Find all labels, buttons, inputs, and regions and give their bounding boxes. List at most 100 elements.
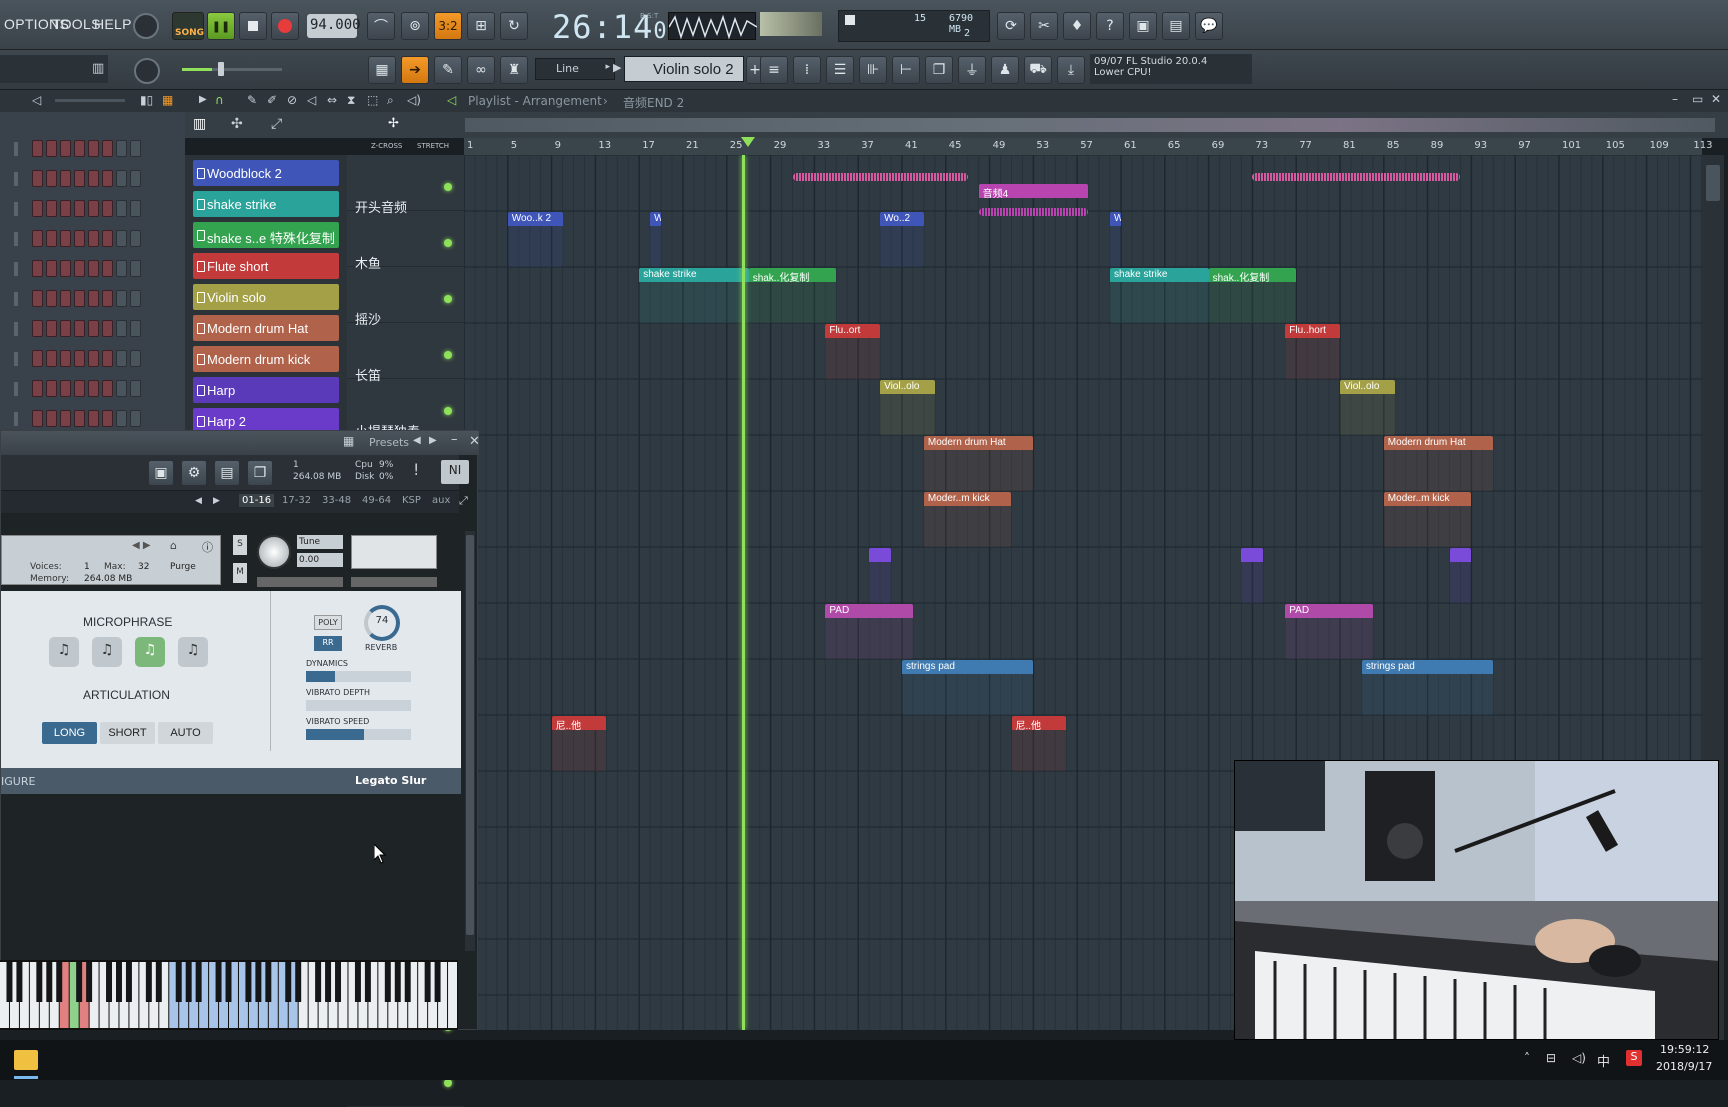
grid-icon[interactable]: ▦	[162, 93, 173, 107]
harp-clip[interactable]	[869, 548, 892, 603]
rr-button[interactable]: RR	[314, 636, 342, 651]
black-key[interactable]	[265, 962, 272, 1002]
tray-chevron-icon[interactable]: ˄	[1524, 1051, 1530, 1065]
instrument-nav-icon[interactable]: ◀ ▶	[132, 540, 151, 551]
clock-time[interactable]: 19:59:12	[1660, 1043, 1709, 1056]
menu-help[interactable]: HELP	[94, 16, 132, 32]
step-button[interactable]	[88, 200, 99, 217]
preset-prev-icon[interactable]: ◀	[413, 435, 421, 446]
channel-mute-led[interactable]	[14, 262, 18, 276]
step-button[interactable]	[116, 140, 127, 157]
resize-arrows-icon[interactable]: ✢	[388, 116, 399, 131]
black-key[interactable]	[115, 962, 122, 1002]
ime-indicator[interactable]: 中	[1597, 1051, 1610, 1070]
step-button[interactable]	[46, 170, 57, 187]
picker-item[interactable]: Modern drum Hat	[193, 315, 339, 341]
playlist-view-button[interactable]: ▦	[368, 56, 396, 84]
black-key[interactable]	[175, 962, 182, 1002]
step-button[interactable]	[46, 230, 57, 247]
kontakt-rack-button[interactable]: ▤	[214, 460, 240, 486]
playlist-clip[interactable]: shak..化复制	[1208, 268, 1297, 323]
harp-clip[interactable]	[1241, 548, 1264, 603]
master-pitch-knob[interactable]	[134, 58, 160, 84]
step-button[interactable]	[88, 140, 99, 157]
magnet-icon[interactable]: ∩	[215, 93, 224, 107]
step-button[interactable]	[46, 380, 57, 397]
piano-icon-small[interactable]: ▥	[193, 116, 206, 132]
black-key[interactable]	[295, 962, 302, 1002]
overview-strip[interactable]	[465, 118, 1715, 132]
playlist-clip[interactable]: Viol..olo	[880, 380, 935, 435]
camera-icon[interactable]: ⌂	[170, 539, 177, 552]
step-button[interactable]	[130, 350, 141, 367]
step-button[interactable]	[116, 200, 127, 217]
step-button[interactable]	[74, 260, 85, 277]
tools-button[interactable]: ✂	[1030, 12, 1058, 40]
tool-slice-icon[interactable]: ⧗	[347, 93, 355, 108]
track-name[interactable]: 木鱼	[355, 253, 381, 272]
playlist-clip[interactable]: Flu..hort	[1285, 324, 1340, 379]
help-button[interactable]: ?	[1096, 12, 1124, 40]
plugin-scrollbar[interactable]	[465, 531, 475, 951]
track-enable-led[interactable]	[444, 351, 452, 359]
tune-knob[interactable]	[257, 535, 291, 569]
presets-label[interactable]: Presets	[369, 436, 409, 449]
playlist-clip[interactable]: Moder..m kick	[1383, 492, 1472, 547]
step-button[interactable]	[116, 350, 127, 367]
step-button[interactable]	[32, 200, 43, 217]
vibrato-depth-slider[interactable]	[306, 700, 411, 711]
black-key[interactable]	[195, 962, 202, 1002]
performance-button[interactable]: ♟	[991, 56, 1019, 84]
step-button[interactable]	[88, 290, 99, 307]
wait-record-button[interactable]: ⊚	[401, 12, 429, 40]
playlist-clip[interactable]: 尼..他	[1011, 716, 1067, 771]
white-key[interactable]	[448, 962, 457, 1028]
tempo-display[interactable]: 94.000	[307, 14, 361, 38]
step-button[interactable]	[60, 140, 71, 157]
view-files-button[interactable]: ❐	[925, 56, 953, 84]
picker-item[interactable]: Harp	[193, 377, 339, 403]
step-button[interactable]	[60, 410, 71, 427]
zcross-label[interactable]: Z-CROSS	[371, 142, 402, 150]
step-button[interactable]	[32, 350, 43, 367]
tool-select-icon[interactable]: ⬚	[367, 93, 378, 107]
solo-button[interactable]: S	[233, 535, 247, 555]
step-button[interactable]	[116, 260, 127, 277]
step-button[interactable]	[46, 350, 57, 367]
step-button[interactable]	[60, 290, 71, 307]
step-button[interactable]	[60, 170, 71, 187]
art-auto-button[interactable]: AUTO	[158, 722, 213, 744]
black-key[interactable]	[434, 962, 441, 1002]
purge-dropdown[interactable]: Purge	[170, 562, 196, 572]
clock-date[interactable]: 2018/9/17	[1656, 1060, 1712, 1073]
track-name[interactable]: 摇沙	[355, 309, 381, 328]
network-icon[interactable]: ⊟	[1546, 1051, 1556, 1065]
plugin-titlebar[interactable]: ▦ Presets ◀ ▶ – ✕	[1, 431, 480, 455]
close-icon[interactable]: ✕	[1711, 92, 1721, 106]
step-button[interactable]	[102, 140, 113, 157]
channel-mute-led[interactable]	[14, 412, 18, 426]
step-button[interactable]	[130, 320, 141, 337]
step-button[interactable]	[46, 200, 57, 217]
view-piano-roll-button[interactable]: ☰	[826, 56, 854, 84]
step-button[interactable]	[116, 320, 127, 337]
black-key[interactable]	[285, 962, 292, 1002]
playhead-marker-icon[interactable]	[741, 137, 755, 147]
playlist-clip[interactable]: 尼..他	[551, 716, 607, 771]
pattern-selector[interactable]: ▶ Violin solo 2	[613, 56, 744, 82]
playlist-clip[interactable]: Moder..m kick	[923, 492, 1012, 547]
harp-clip[interactable]	[1449, 548, 1472, 603]
swing-slider[interactable]	[55, 99, 125, 102]
step-button[interactable]	[32, 290, 43, 307]
step-button[interactable]	[102, 200, 113, 217]
black-key[interactable]	[384, 962, 391, 1002]
stop-button[interactable]	[239, 12, 267, 40]
step-button[interactable]	[32, 140, 43, 157]
step-button[interactable]	[74, 140, 85, 157]
black-key[interactable]	[255, 962, 262, 1002]
track-name[interactable]: 长笛	[355, 365, 381, 384]
step-button[interactable]	[88, 260, 99, 277]
plugin-button[interactable]: ⏚	[958, 56, 986, 84]
picker-item[interactable]: Violin solo	[193, 284, 339, 310]
preset-next-icon[interactable]: ▶	[429, 435, 437, 446]
